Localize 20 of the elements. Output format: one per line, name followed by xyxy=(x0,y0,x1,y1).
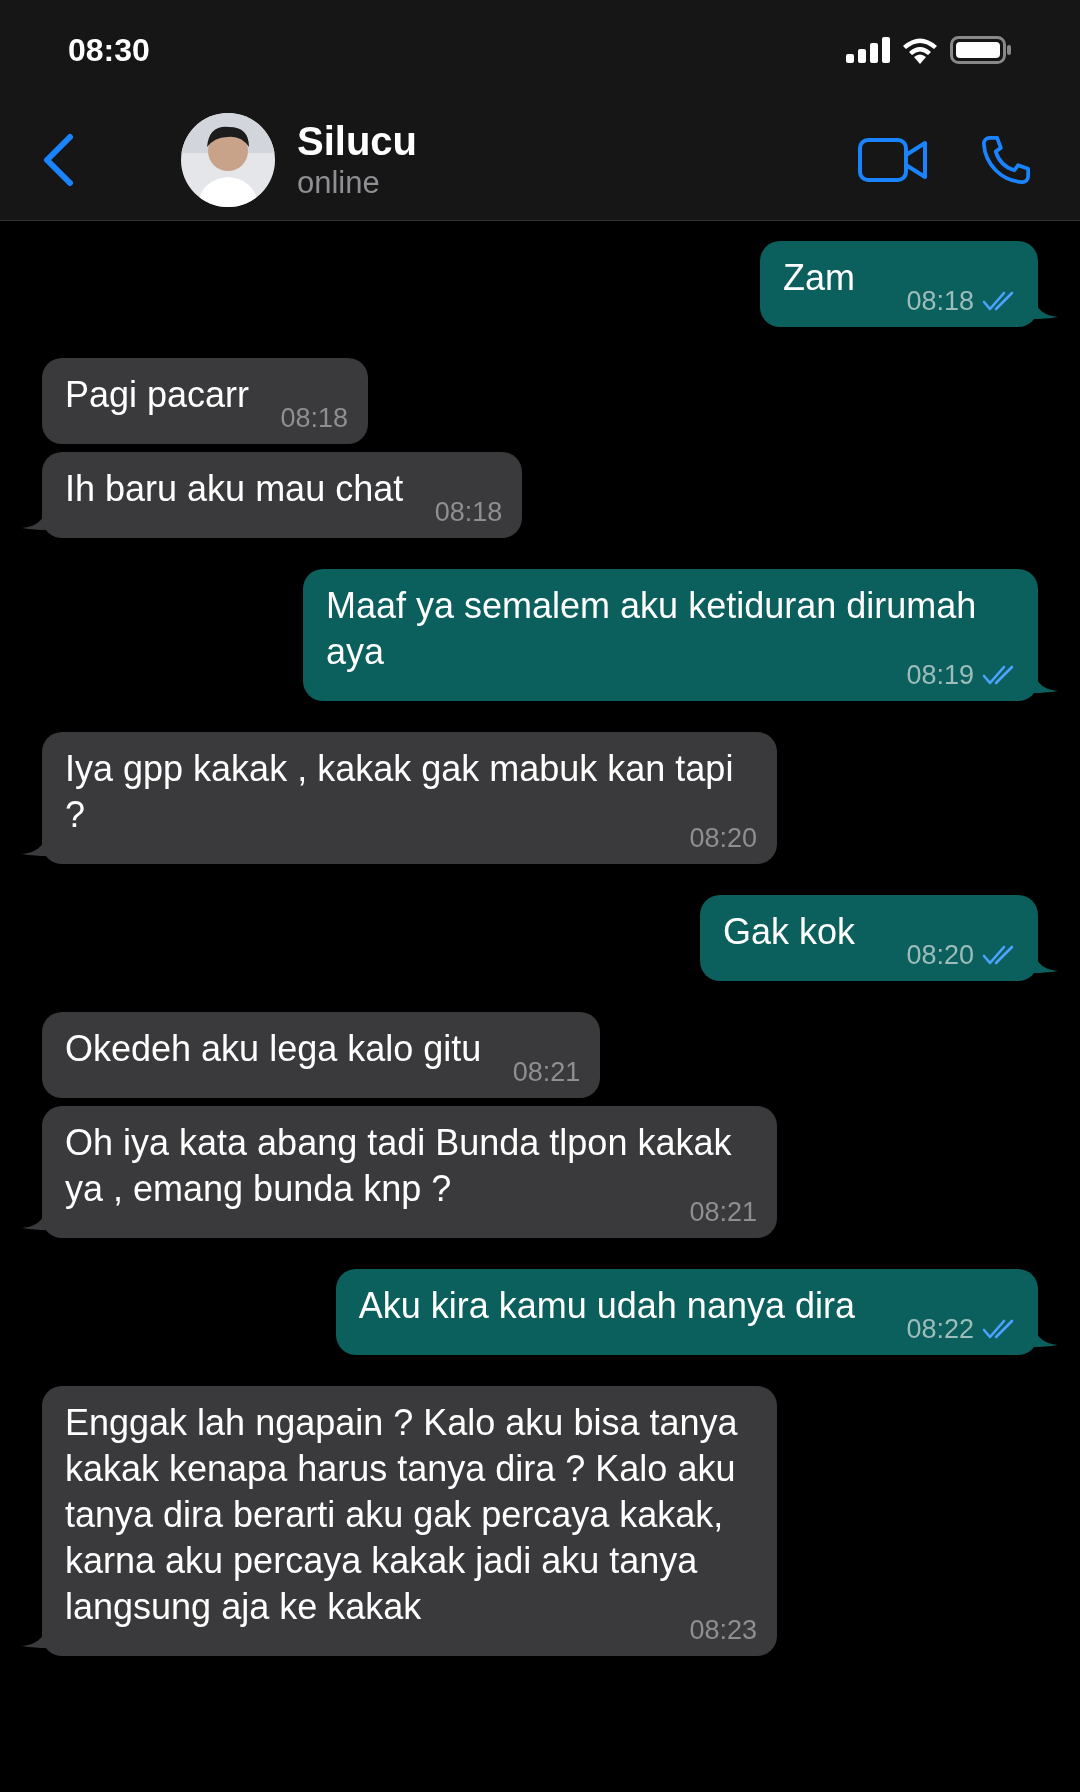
video-call-button[interactable] xyxy=(858,137,928,183)
message-text: Zam xyxy=(783,257,856,298)
message-text: Okedeh aku lega kalo gitu xyxy=(65,1028,483,1069)
back-icon xyxy=(42,133,74,187)
message-time: 08:21 xyxy=(512,1056,581,1088)
message-text: Pagi pacarr xyxy=(65,374,251,415)
message-time: 08:18 xyxy=(280,402,349,434)
contact-name: Silucu xyxy=(297,118,418,164)
status-time: 08:30 xyxy=(68,31,150,70)
message-text: Aku kira kamu udah nanya dira xyxy=(358,1285,856,1326)
contact-status: online xyxy=(297,164,381,202)
battery-icon xyxy=(950,36,1012,64)
message-time: 08:18 xyxy=(434,496,503,528)
video-camera-icon xyxy=(858,137,928,183)
message-text: Ih baru aku mau chat xyxy=(65,468,405,509)
message-time: 08:22 xyxy=(906,1313,974,1345)
message-time: 08:18 xyxy=(906,285,974,317)
message-time: 08:20 xyxy=(906,939,974,971)
message-text: Gak kok xyxy=(722,911,856,952)
signal-icon xyxy=(846,37,890,63)
